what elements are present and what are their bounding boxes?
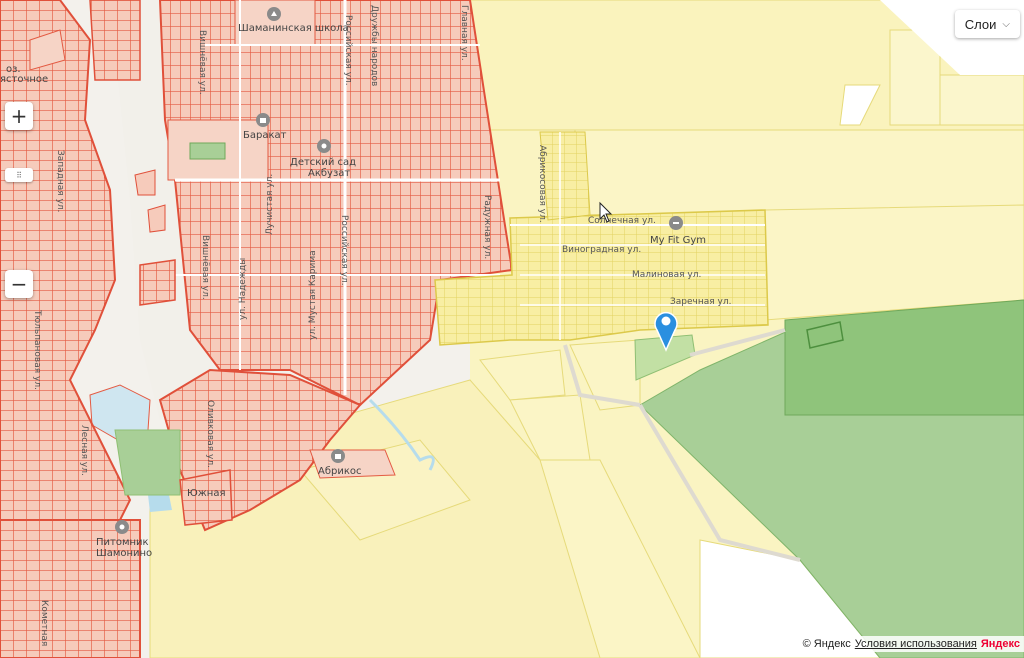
copyright-bar: © Яндекс Условия использования Яндекс (798, 636, 1024, 652)
label-lake-name: ясточное (0, 74, 48, 85)
chevron-down-icon: ⌵ (1002, 18, 1010, 30)
nursery-icon[interactable] (115, 520, 129, 534)
street-vishnevaya-south: Вишнёвая ул. (200, 235, 210, 300)
zoom-in-button[interactable]: + (5, 102, 33, 130)
label-kindergarten: Детский сад (290, 157, 356, 168)
label-barakat: Баракат (243, 130, 287, 141)
street-olivkovaya: Оливковая ул. (205, 400, 215, 468)
label-yuzhnaya: Южная (187, 488, 226, 499)
store-icon[interactable] (331, 449, 345, 463)
street-zarechnaya: Заречная ул. (670, 297, 731, 307)
label-nursery: Питомник (96, 537, 149, 548)
terms-of-use-link[interactable]: Условия использования (855, 638, 977, 650)
gym-icon[interactable] (669, 216, 683, 230)
map-canvas[interactable]: оз. ясточное Шаманинская школа Баракат Д… (0, 0, 1024, 658)
street-solnechnaya: Солнечная ул. (588, 216, 656, 226)
layers-button-label: Слои (964, 16, 997, 32)
label-school: Шаманинская школа (238, 23, 349, 34)
street-glavnaya: Главная ул. (459, 5, 469, 61)
minus-icon: − (10, 272, 28, 296)
street-vinogradnaya: Виноградная ул. (562, 245, 641, 255)
label-abrikos: Абрикос (318, 466, 362, 477)
copyright-text: © Яндекс (802, 638, 851, 650)
street-abrikosovaya: Абрикосовая ул. (537, 145, 547, 223)
label-kindergarten-name: Акбузат (308, 168, 350, 179)
street-tyulpanovaya: Тюльпановая ул. (32, 309, 42, 390)
school-icon[interactable] (267, 7, 281, 21)
kindergarten-icon[interactable] (317, 139, 331, 153)
street-luchistaya: Лучистая ул. (265, 174, 275, 235)
street-rossiyskaya: Российская ул. (343, 15, 353, 86)
street-zapadnaya: Западная ул. (55, 150, 65, 213)
street-rossiyskaya-south: Российская ул. (339, 215, 349, 286)
street-lesnaya: Лесная ул. (79, 425, 89, 476)
zoom-out-button[interactable]: − (5, 270, 33, 298)
street-nadezhdy: ул. Надежды (238, 258, 248, 320)
street-malinovaya: Малиновая ул. (632, 270, 701, 280)
zoom-slider-handle[interactable]: ⠿ (5, 168, 33, 182)
layers-button[interactable]: Слои ⌵ (954, 10, 1020, 38)
yandex-logo: Яндекс (980, 638, 1020, 650)
label-nursery-name: Шамонино (96, 548, 152, 559)
label-gym: My Fit Gym (650, 235, 706, 246)
shop-icon[interactable] (256, 113, 270, 127)
street-raduzhnaya: Радужная ул. (482, 195, 492, 259)
drag-handle-icon: ⠿ (16, 170, 22, 180)
street-vishnevaya: Вишнёвая ул. (197, 30, 207, 95)
plus-icon: + (10, 104, 28, 128)
street-kometnaya: Кометная (39, 600, 49, 646)
street-druzhby: Дружбы народов (369, 5, 379, 86)
street-musa-karima: ул. Мустая Карима (308, 250, 318, 340)
